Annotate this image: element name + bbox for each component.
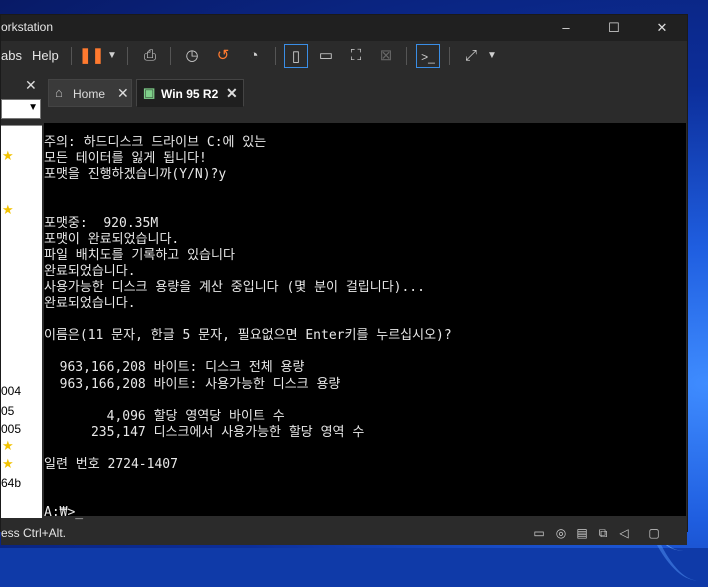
send-keys-icon[interactable]: ⎙ xyxy=(138,44,162,68)
menu-bar: abs Help ❚❚ ▼ ⎙ ◷ ↺ ◔ ▯ ▭ ⛶ ⊠ >_ ⤢ ▼ xyxy=(1,41,687,71)
console-line: 4,096 할당 영역당 바이트 수 xyxy=(44,408,285,424)
console-line: 포맷을 진행하겠습니까(Y/N)?y xyxy=(44,167,227,183)
fullscreen-icon[interactable]: ⛶ xyxy=(344,44,368,68)
vmware-window: orkstation – ☐ ✕ abs Help ❚❚ ▼ ⎙ ◷ ↺ ◔ ▯… xyxy=(0,14,688,545)
home-icon: ⌂ xyxy=(55,85,63,100)
favorite-star-icon[interactable]: ★ xyxy=(2,202,14,218)
toolbar-separator xyxy=(449,47,450,65)
unity-icon[interactable]: ⊠ xyxy=(374,44,398,68)
console-line: 완료되었습니다. xyxy=(44,296,136,311)
status-bar: ess Ctrl+Alt. ▭ ◎ ▤ ⧉ ◁ ▢ xyxy=(1,522,687,545)
toolbar-separator xyxy=(275,47,276,65)
vm-console[interactable]: 주의: 하드디스크 드라이브 C:에 있는 모든 테이터를 잃게 됩니다! 포맷을 … xyxy=(44,123,686,520)
console-line: 이름은(11 문자, 한글 5 문자, 필요없으면 Enter키를 누르십시오)… xyxy=(44,328,452,344)
toolbar-separator xyxy=(127,47,128,65)
sound-icon[interactable]: ◁ xyxy=(616,525,632,541)
toolbar-separator xyxy=(406,47,407,65)
tab-label: Win 95 R2 xyxy=(161,87,219,101)
network-adapter-icon[interactable]: ⧉ xyxy=(595,525,611,541)
chevron-down-icon: ▼ xyxy=(28,102,38,113)
menu-tabs[interactable]: abs xyxy=(1,48,22,63)
floppy-icon[interactable]: ▤ xyxy=(574,525,590,541)
favorite-star-icon[interactable]: ★ xyxy=(2,438,14,454)
console-view-icon[interactable]: >_ xyxy=(416,44,440,68)
console-line: 963,166,208 바이트: 사용가능한 디스크 용량 xyxy=(44,376,341,392)
console-line: 포맷중: 920.35M xyxy=(44,215,159,231)
chevron-down-icon[interactable]: ▼ xyxy=(480,44,504,68)
console-line: 주의: 하드디스크 드라이브 C:에 있는 xyxy=(44,135,267,150)
window-title: orkstation xyxy=(1,20,54,34)
hard-disk-icon[interactable]: ▭ xyxy=(531,525,547,541)
library-filter-select[interactable]: ▼ xyxy=(1,99,41,119)
favorite-star-icon[interactable]: ★ xyxy=(2,456,14,472)
snapshot-manager-icon[interactable]: ◔ xyxy=(242,44,266,68)
console-line: 완료되었습니다. xyxy=(44,263,136,279)
tab-home[interactable]: ⌂ Home ✕ xyxy=(48,79,132,107)
show-library-icon[interactable]: ▯ xyxy=(284,44,308,68)
toolbar-separator xyxy=(170,47,171,65)
console-line: 포맷이 완료되었습니다. xyxy=(44,231,180,247)
revert-snapshot-icon[interactable]: ↺ xyxy=(211,44,235,68)
close-icon[interactable]: ✕ xyxy=(226,85,238,102)
list-item[interactable]: 005 xyxy=(1,422,21,436)
list-item[interactable]: 004 xyxy=(1,384,21,398)
console-line: 일련 번호 2724-1407 xyxy=(44,457,178,472)
console-line: 파일 배치도를 기록하고 있습니다 xyxy=(44,247,235,263)
message-icon[interactable]: ▢ xyxy=(646,525,662,541)
tab-win95[interactable]: ▣ Win 95 R2 ✕ xyxy=(136,79,244,107)
minimize-button[interactable]: – xyxy=(543,15,589,41)
library-list: ★ ★ 004 05 005 ★ ★ 64b xyxy=(1,125,42,518)
list-item[interactable]: 05 xyxy=(1,404,14,418)
vm-icon: ▣ xyxy=(143,85,156,100)
tab-bar: ⌂ Home ✕ ▣ Win 95 R2 ✕ xyxy=(44,77,687,107)
list-item[interactable]: 64b xyxy=(1,476,21,490)
maximize-button[interactable]: ☐ xyxy=(591,15,637,41)
snapshot-icon[interactable]: ◷ xyxy=(180,44,204,68)
cd-drive-icon[interactable]: ◎ xyxy=(553,525,569,541)
close-button[interactable]: ✕ xyxy=(639,15,685,41)
title-bar[interactable]: orkstation – ☐ ✕ xyxy=(1,15,687,41)
close-icon[interactable]: ✕ xyxy=(117,85,129,102)
close-icon[interactable]: ✕ xyxy=(25,77,37,94)
thumbnail-bar-icon[interactable]: ▭ xyxy=(314,44,338,68)
console-line: 235,147 디스크에서 사용가능한 할당 영역 수 xyxy=(44,424,365,440)
console-line: A:₩>_ xyxy=(44,505,84,521)
chevron-down-icon[interactable]: ▼ xyxy=(100,44,124,68)
library-sidebar: ✕ ▼ ★ ★ 004 05 005 ★ ★ 64b xyxy=(1,73,42,518)
console-line: 963,166,208 바이트: 디스크 전체 용량 xyxy=(44,360,305,376)
tab-label: Home xyxy=(73,87,106,101)
console-line: 모든 테이터를 잃게 됩니다! xyxy=(44,151,207,167)
console-line: 사용가능한 디스크 용량을 계산 중입니다 (몇 분이 걸립니다)... xyxy=(44,279,425,295)
status-hint: ess Ctrl+Alt. xyxy=(1,526,67,540)
favorite-star-icon[interactable]: ★ xyxy=(2,148,14,164)
toolbar-separator xyxy=(71,47,72,65)
menu-help[interactable]: Help xyxy=(32,48,59,63)
